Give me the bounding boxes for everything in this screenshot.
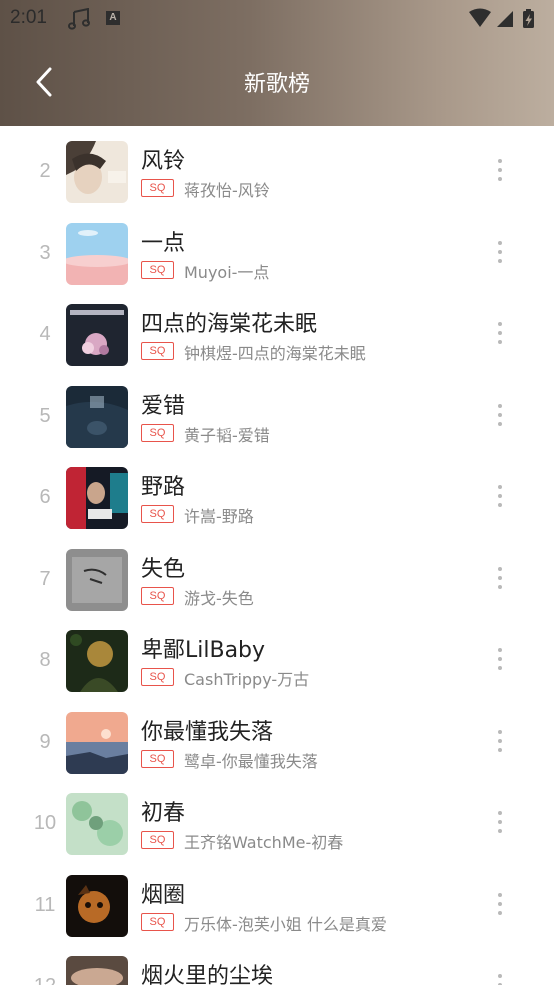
status-icons bbox=[468, 8, 542, 34]
song-row[interactable]: 9 你最懂我失落 SQ 鹭卓-你最懂我失落 bbox=[0, 697, 554, 779]
more-options-button[interactable] bbox=[491, 564, 509, 594]
song-row[interactable]: 10 初春 SQ 王齐铭WatchMe-初春 bbox=[0, 778, 554, 860]
header-bar: 2:01 A 新歌榜 bbox=[0, 0, 554, 126]
song-title: 爱错 bbox=[141, 393, 186, 419]
sq-badge: SQ bbox=[141, 668, 174, 686]
song-title: 卑鄙LilBaby bbox=[141, 638, 266, 663]
song-artist: 许嵩-野路 bbox=[184, 507, 254, 526]
more-options-button[interactable] bbox=[491, 808, 509, 838]
song-row[interactable]: 3 一点 SQ Muyoi-一点 bbox=[0, 208, 554, 290]
album-cover[interactable] bbox=[66, 874, 128, 937]
album-cover[interactable] bbox=[66, 793, 128, 855]
sq-badge: SQ bbox=[141, 423, 174, 442]
music-note-icon bbox=[68, 7, 92, 34]
sq-badge: SQ bbox=[141, 179, 174, 197]
song-row[interactable]: 2 风铃 SQ 蒋孜怡-风铃 bbox=[0, 126, 554, 208]
song-row[interactable]: 6 野路 SQ 许嵩-野路 bbox=[0, 452, 554, 534]
more-options-button[interactable] bbox=[491, 401, 509, 431]
sq-badge: SQ bbox=[141, 831, 174, 849]
status-bar: 2:01 A bbox=[0, 0, 554, 40]
sq-badge: SQ bbox=[141, 342, 174, 360]
song-artist: 黄子韬-爱错 bbox=[184, 425, 270, 445]
sq-badge: SQ bbox=[141, 749, 174, 768]
more-options-button[interactable] bbox=[491, 238, 509, 268]
album-cover[interactable] bbox=[66, 304, 128, 366]
song-title: 一点 bbox=[141, 230, 186, 256]
song-artist: 万乐体-泡芙小姐 什么是真爱 bbox=[184, 914, 387, 934]
album-cover[interactable] bbox=[66, 141, 128, 203]
song-row[interactable]: 5 爱错 SQ 黄子韬-爱错 bbox=[0, 371, 554, 453]
sq-badge: SQ bbox=[141, 586, 174, 605]
sq-badge: SQ bbox=[141, 912, 174, 931]
song-artist: 鹭卓-你最懂我失落 bbox=[184, 751, 318, 771]
song-list[interactable]: 2 风铃 SQ 蒋孜怡-风铃 3 一点 SQ Muyoi-一点 4 四点的海棠花… bbox=[0, 126, 554, 985]
more-options-button[interactable] bbox=[491, 482, 509, 512]
song-artist: 王齐铭WatchMe-初春 bbox=[184, 833, 344, 852]
album-cover[interactable] bbox=[66, 467, 128, 529]
album-cover[interactable] bbox=[66, 385, 128, 448]
song-row[interactable]: 7 失色 SQ 游戈-失色 bbox=[0, 534, 554, 616]
more-options-button[interactable] bbox=[491, 971, 509, 985]
sq-badge: SQ bbox=[141, 505, 174, 523]
song-artist: 蒋孜怡-风铃 bbox=[184, 181, 270, 200]
song-title: 初春 bbox=[141, 801, 186, 826]
song-row[interactable]: 4 四点的海棠花未眠 SQ 钟棋煜-四点的海棠花未眠 bbox=[0, 289, 554, 371]
signal-icon bbox=[497, 11, 513, 27]
song-row[interactable]: 12 烟火里的尘埃 SQ bbox=[0, 941, 554, 985]
song-title: 野路 bbox=[141, 475, 186, 500]
song-title: 四点的海棠花未眠 bbox=[141, 312, 318, 337]
more-options-button[interactable] bbox=[491, 319, 509, 349]
album-cover[interactable] bbox=[66, 711, 128, 774]
song-artist: 钟棋煜-四点的海棠花未眠 bbox=[184, 344, 366, 363]
notification-a-icon: A bbox=[106, 11, 120, 25]
song-title: 你最懂我失落 bbox=[141, 719, 274, 745]
status-time: 2:01 bbox=[10, 7, 47, 28]
album-cover[interactable] bbox=[66, 956, 128, 985]
wifi-icon bbox=[469, 8, 491, 27]
song-artist: Muyoi-一点 bbox=[184, 262, 270, 282]
battery-icon bbox=[523, 9, 534, 28]
album-cover[interactable] bbox=[66, 630, 128, 692]
more-options-button[interactable] bbox=[491, 890, 509, 920]
more-options-button[interactable] bbox=[491, 156, 509, 186]
song-row[interactable]: 11 烟圈 SQ 万乐体-泡芙小姐 什么是真爱 bbox=[0, 860, 554, 942]
song-title: 烟圈 bbox=[141, 882, 186, 908]
song-title: 烟火里的尘埃 bbox=[141, 964, 274, 985]
album-cover[interactable] bbox=[66, 222, 128, 285]
page-title: 新歌榜 bbox=[243, 72, 310, 97]
song-title: 失色 bbox=[141, 556, 186, 582]
album-cover[interactable] bbox=[66, 548, 128, 611]
song-artist: 游戈-失色 bbox=[184, 588, 254, 608]
more-options-button[interactable] bbox=[491, 645, 509, 675]
song-title: 风铃 bbox=[141, 149, 186, 174]
more-options-button[interactable] bbox=[491, 727, 509, 757]
song-artist: CashTrippy-万古 bbox=[184, 670, 310, 689]
sq-badge: SQ bbox=[141, 260, 174, 279]
song-row[interactable]: 8 卑鄙LilBaby SQ CashTrippy-万古 bbox=[0, 615, 554, 697]
